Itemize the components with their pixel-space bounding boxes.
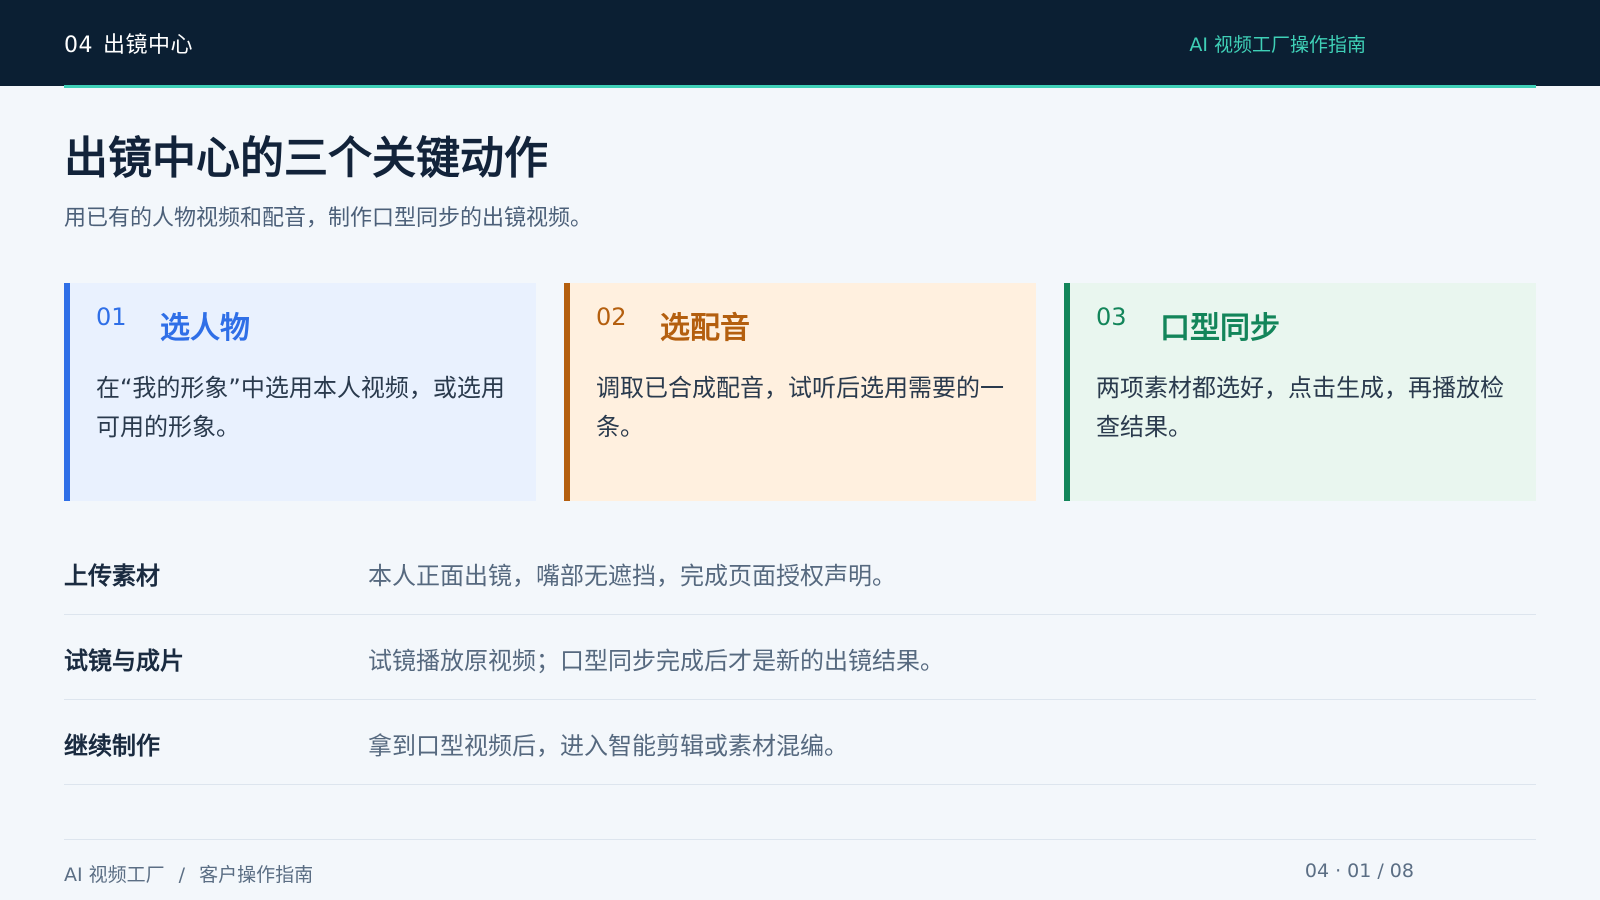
note-text: 本人正面出镜，嘴部无遮挡，完成页面授权声明。 bbox=[368, 562, 896, 590]
step-title: 口型同步 bbox=[1160, 311, 1280, 346]
step-title: 选人物 bbox=[160, 311, 250, 346]
step-description: 两项素材都选好，点击生成，再播放检查结果。 bbox=[1096, 374, 1504, 441]
section-heading: 04 出镜中心 bbox=[64, 27, 193, 59]
note-label: 继续制作 bbox=[64, 732, 160, 760]
section-title: 出镜中心 bbox=[103, 33, 194, 58]
note-row-upload: 上传素材 本人正面出镜，嘴部无遮挡，完成页面授权声明。 bbox=[64, 530, 1536, 615]
page-title: 出镜中心的三个关键动作 bbox=[64, 133, 548, 184]
note-label: 试镜与成片 bbox=[64, 647, 184, 675]
step-cards: 01 选人物 在“我的形象”中选用本人视频，或选用可用的形象。 02 选配音 调… bbox=[64, 283, 1536, 501]
notes-list: 上传素材 本人正面出镜，嘴部无遮挡，完成页面授权声明。 试镜与成片 试镜播放原视… bbox=[64, 530, 1536, 785]
footer-separator: / bbox=[178, 864, 186, 886]
step-title: 选配音 bbox=[660, 311, 750, 346]
top-header-bar: 04 出镜中心 AI 视频工厂操作指南 bbox=[0, 0, 1600, 86]
footer-brand: AI 视频工厂 bbox=[64, 864, 165, 886]
note-row-preview: 试镜与成片 试镜播放原视频；口型同步完成后才是新的出镜结果。 bbox=[64, 615, 1536, 700]
note-text: 试镜播放原视频；口型同步完成后才是新的出镜结果。 bbox=[368, 647, 944, 675]
header-accent-rule bbox=[64, 85, 1536, 88]
note-label: 上传素材 bbox=[64, 562, 160, 590]
step-number: 02 bbox=[596, 303, 627, 331]
step-description: 在“我的形象”中选用本人视频，或选用可用的形象。 bbox=[96, 374, 505, 441]
footer-divider bbox=[64, 839, 1536, 840]
step-description: 调取已合成配音，试听后选用需要的一条。 bbox=[596, 374, 1004, 441]
note-text: 拿到口型视频后，进入智能剪辑或素材混编。 bbox=[368, 732, 848, 760]
document-title: AI 视频工厂操作指南 bbox=[1189, 34, 1366, 56]
step-card-lip-sync: 03 口型同步 两项素材都选好，点击生成，再播放检查结果。 bbox=[1064, 283, 1536, 501]
footer-breadcrumb: AI 视频工厂 / 客户操作指南 bbox=[64, 860, 313, 887]
page-indicator: 04 · 01 / 08 bbox=[1304, 860, 1414, 882]
footer-section: 客户操作指南 bbox=[199, 864, 314, 886]
step-card-select-person: 01 选人物 在“我的形象”中选用本人视频，或选用可用的形象。 bbox=[64, 283, 536, 501]
section-number: 04 bbox=[64, 33, 93, 58]
note-row-continue: 继续制作 拿到口型视频后，进入智能剪辑或素材混编。 bbox=[64, 700, 1536, 785]
step-number: 03 bbox=[1096, 303, 1127, 331]
step-number: 01 bbox=[96, 303, 127, 331]
page-subtitle: 用已有的人物视频和配音，制作口型同步的出镜视频。 bbox=[64, 206, 593, 231]
step-card-select-voice: 02 选配音 调取已合成配音，试听后选用需要的一条。 bbox=[564, 283, 1036, 501]
